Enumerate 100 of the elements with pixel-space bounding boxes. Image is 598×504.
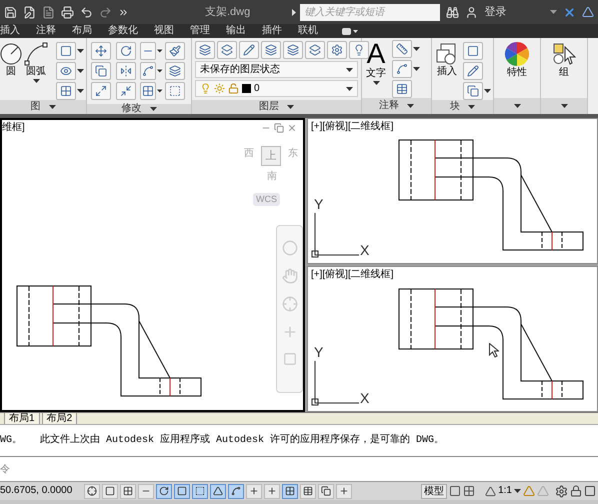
ribbon-tab[interactable]: 布局: [72, 26, 92, 36]
layer-state-button[interactable]: [217, 41, 237, 59]
caret-icon[interactable]: [346, 86, 353, 90]
mirror-button[interactable]: [116, 62, 136, 80]
status-toggle[interactable]: [282, 484, 298, 498]
caret-icon[interactable]: [468, 105, 475, 109]
status-toggle[interactable]: [192, 484, 208, 498]
tool-label[interactable]: 插入: [437, 66, 457, 78]
hatch-button[interactable]: [56, 82, 76, 100]
viewport[interactable]: [+][俯视][二维线框] Y X: [307, 266, 598, 412]
caret-icon[interactable]: [560, 104, 568, 108]
triangle-icon[interactable]: [582, 6, 594, 18]
circle-icon[interactable]: [0, 42, 23, 66]
search-field[interactable]: 键入关键字或短语: [300, 4, 440, 20]
login-link[interactable]: 登录: [484, 4, 506, 20]
layer-state-dropdown[interactable]: 未保存的图层状态: [195, 61, 358, 78]
status-toggle[interactable]: [102, 484, 118, 498]
dimension-button[interactable]: [392, 40, 412, 58]
ribbon-tab[interactable]: 视图: [154, 26, 174, 36]
space-button[interactable]: 模型: [421, 484, 448, 498]
user-icon[interactable]: [465, 6, 478, 18]
command-prompt[interactable]: 令: [0, 462, 10, 476]
stretch-button[interactable]: [91, 82, 111, 100]
viewport-label[interactable]: [+][俯视][二维线框]: [311, 270, 394, 280]
save-icon[interactable]: [4, 6, 17, 18]
caret-icon[interactable]: [372, 80, 380, 84]
status-toggle[interactable]: [120, 484, 136, 498]
document-icon[interactable]: [42, 6, 55, 18]
caret-icon[interactable]: [413, 67, 420, 71]
redo-icon[interactable]: [99, 6, 112, 18]
status-toggle[interactable]: [84, 484, 100, 498]
caret-icon[interactable]: [77, 49, 84, 53]
viewport-label[interactable]: 维框]: [2, 123, 25, 133]
status-toggle[interactable]: [336, 484, 352, 498]
status-toggle[interactable]: [174, 484, 190, 498]
viewport[interactable]: [+][俯视][二维线框] Y X: [307, 118, 598, 264]
x-logo-icon[interactable]: [563, 6, 576, 18]
trim-button[interactable]: [140, 42, 156, 60]
viewport-label[interactable]: [+][俯视][二维线框]: [311, 122, 394, 132]
arc-icon[interactable]: [24, 42, 48, 66]
caret-icon[interactable]: [407, 104, 414, 108]
erase-button[interactable]: [164, 42, 184, 60]
caret-icon[interactable]: [150, 107, 156, 111]
status-toggle[interactable]: [300, 484, 316, 498]
status-toggle[interactable]: [156, 484, 172, 498]
tool-label[interactable]: 圆弧: [26, 66, 46, 78]
group-icon[interactable]: [551, 41, 577, 67]
tool-label[interactable]: 特性: [507, 67, 527, 80]
ribbon-tab[interactable]: 插件: [262, 26, 282, 36]
ribbon-tab[interactable]: 管理: [190, 26, 210, 36]
ribbon-tab[interactable]: 参数化: [108, 26, 138, 36]
ribbon-tab[interactable]: 联机: [298, 26, 318, 36]
attribute-button[interactable]: [463, 82, 483, 100]
status-toggle[interactable]: [246, 484, 262, 498]
layer-isolate-button[interactable]: [261, 41, 281, 59]
caret-icon[interactable]: [157, 69, 162, 73]
status-toggle[interactable]: [264, 484, 280, 498]
toggle-icon[interactable]: [342, 28, 358, 34]
status-toggle[interactable]: [138, 484, 154, 498]
close-icon[interactable]: [287, 123, 297, 133]
tool-label[interactable]: 文字: [366, 68, 386, 80]
caret-icon[interactable]: [32, 78, 40, 82]
color-wheel-icon[interactable]: [504, 41, 530, 67]
annotation-scale[interactable]: 1:1: [485, 486, 521, 496]
ribbon-tab[interactable]: 注释: [36, 26, 56, 36]
layer-properties-button[interactable]: [195, 41, 215, 59]
print-icon[interactable]: [61, 6, 74, 18]
layer-freeze-button[interactable]: [283, 41, 303, 59]
fillet-button[interactable]: [140, 62, 156, 80]
tool-label[interactable]: 圆: [6, 66, 16, 78]
caret-icon[interactable]: [77, 69, 84, 73]
caret-icon[interactable]: [157, 89, 162, 93]
eye-button[interactable]: [56, 62, 76, 80]
caret-icon[interactable]: [287, 105, 294, 109]
status-toggle[interactable]: [318, 484, 334, 498]
caret-icon[interactable]: [157, 49, 162, 53]
leader-button[interactable]: [392, 60, 412, 78]
explode-button[interactable]: [164, 62, 184, 80]
undo-icon[interactable]: [80, 6, 93, 18]
offset-button[interactable]: [164, 82, 184, 100]
status-toggle[interactable]: [210, 484, 226, 498]
scale-button[interactable]: [116, 82, 136, 100]
restore-icon[interactable]: [274, 123, 284, 133]
array-button[interactable]: [140, 82, 156, 100]
status-toggle[interactable]: [228, 484, 244, 498]
caret-icon[interactable]: [77, 89, 84, 93]
caret-icon[interactable]: [514, 489, 521, 493]
layer-lock-button[interactable]: [305, 41, 325, 59]
ribbon-tab[interactable]: 插入: [0, 26, 20, 36]
tool-label[interactable]: 组: [559, 67, 569, 80]
binoculars-icon[interactable]: [446, 6, 460, 18]
create-block-button[interactable]: [463, 42, 483, 60]
arrow-icon[interactable]: [292, 8, 296, 16]
settings-icon[interactable]: [555, 484, 568, 498]
move-button[interactable]: [91, 42, 111, 60]
caret-icon[interactable]: [48, 105, 56, 109]
rotate-button[interactable]: [116, 42, 136, 60]
save-as-icon[interactable]: [23, 6, 36, 18]
layer-off-button[interactable]: [239, 41, 259, 59]
edit-block-button[interactable]: [463, 62, 483, 80]
